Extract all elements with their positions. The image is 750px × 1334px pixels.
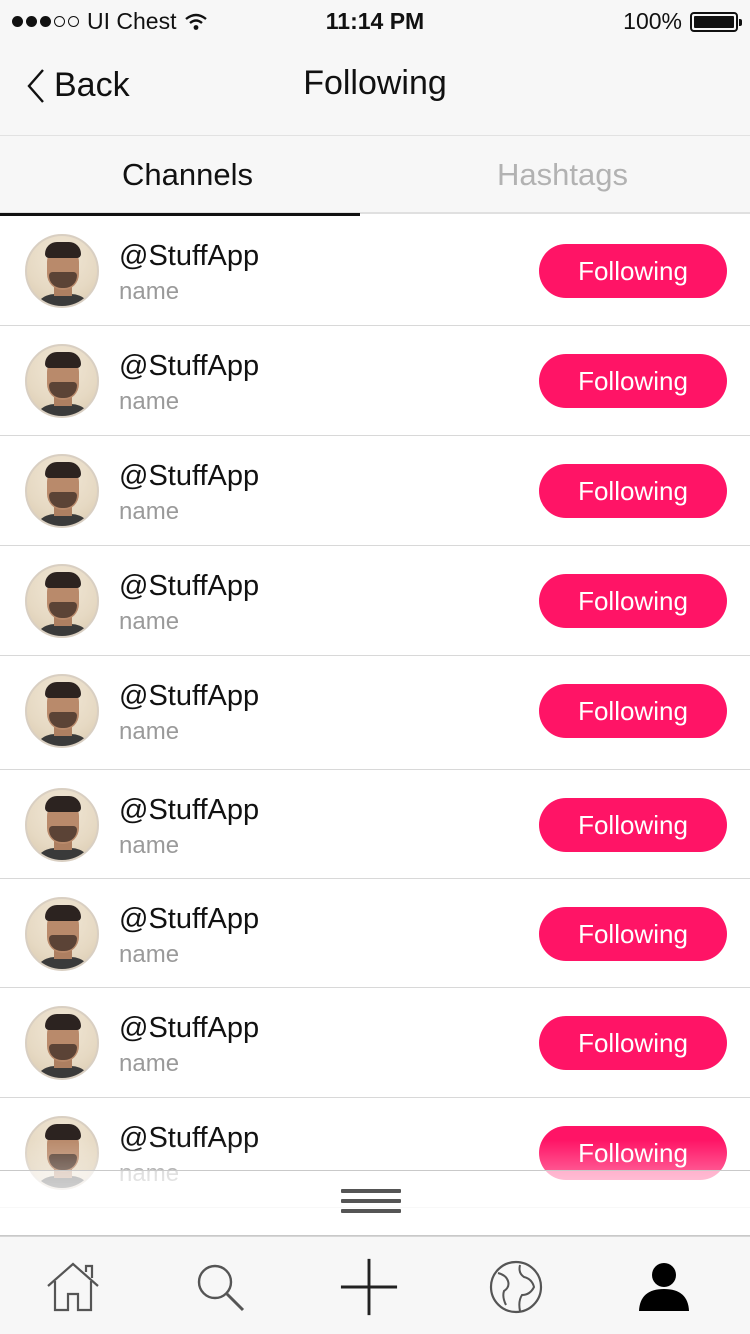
channel-name: name <box>119 388 180 415</box>
channel-name: name <box>119 608 180 635</box>
avatar[interactable] <box>25 1006 99 1080</box>
tab-profile[interactable] <box>634 1257 694 1317</box>
tab-hashtags[interactable]: Hashtags <box>375 136 750 214</box>
channel-name: name <box>119 1050 180 1077</box>
plus-icon <box>340 1258 398 1316</box>
channel-name: name <box>119 832 180 859</box>
battery-icon <box>690 11 742 32</box>
following-button[interactable]: Following <box>539 798 727 852</box>
following-button[interactable]: Following <box>539 1016 727 1070</box>
status-bar: UI Chest 11:14 PM 100% <box>0 0 750 42</box>
channel-handle: @StuffApp <box>119 1122 260 1154</box>
list-item[interactable]: @StuffApp name Following <box>0 546 750 656</box>
list-item[interactable]: @StuffApp name Following <box>0 988 750 1098</box>
channel-handle: @StuffApp <box>119 1012 260 1044</box>
following-button[interactable]: Following <box>539 574 727 628</box>
following-button[interactable]: Following <box>539 354 727 408</box>
bottom-tab-bar <box>0 1236 750 1334</box>
tab-explore[interactable] <box>486 1257 546 1317</box>
avatar[interactable] <box>25 897 99 971</box>
list-item[interactable]: @StuffApp name Following <box>0 656 750 770</box>
channel-handle: @StuffApp <box>119 794 260 826</box>
navigation-bar: Back Following <box>0 42 750 136</box>
drag-handle-icon[interactable] <box>341 1189 401 1215</box>
channel-name: name <box>119 718 180 745</box>
channel-handle: @StuffApp <box>119 680 260 712</box>
following-button[interactable]: Following <box>539 244 727 298</box>
avatar[interactable] <box>25 674 99 748</box>
list-item[interactable]: @StuffApp name Following <box>0 879 750 988</box>
list-item[interactable]: @StuffApp name Following <box>0 216 750 326</box>
channel-name: name <box>119 941 180 968</box>
channel-handle: @StuffApp <box>119 240 260 272</box>
tab-search[interactable] <box>190 1257 250 1317</box>
following-button[interactable]: Following <box>539 684 727 738</box>
segment-tabs: Channels Hashtags <box>0 136 750 216</box>
profile-icon <box>639 1263 689 1311</box>
battery-percent: 100% <box>623 8 682 34</box>
search-icon <box>197 1264 245 1312</box>
home-icon <box>47 1262 99 1312</box>
list-item[interactable]: @StuffApp name Following <box>0 770 750 879</box>
battery-fill <box>694 15 734 28</box>
channel-handle: @StuffApp <box>119 350 260 382</box>
tab-channels[interactable]: Channels <box>0 136 375 216</box>
page-title: Following <box>303 64 447 102</box>
channel-name: name <box>119 278 180 305</box>
globe-icon <box>489 1260 543 1314</box>
avatar[interactable] <box>25 454 99 528</box>
channel-handle: @StuffApp <box>119 460 260 492</box>
channel-list: @StuffApp name Following @StuffApp name Follo… <box>0 216 750 1208</box>
drawer-handle-bar[interactable] <box>0 1170 750 1236</box>
tab-create[interactable] <box>339 1257 399 1317</box>
avatar[interactable] <box>25 564 99 638</box>
following-button[interactable]: Following <box>539 464 727 518</box>
status-right: 100% <box>623 8 742 35</box>
list-item[interactable]: @StuffApp name Following <box>0 326 750 436</box>
channel-handle: @StuffApp <box>119 903 260 935</box>
list-item[interactable]: @StuffApp name Following <box>0 436 750 546</box>
channel-name: name <box>119 498 180 525</box>
avatar[interactable] <box>25 234 99 308</box>
tab-home[interactable] <box>43 1257 103 1317</box>
avatar[interactable] <box>25 788 99 862</box>
following-button[interactable]: Following <box>539 907 727 961</box>
channel-handle: @StuffApp <box>119 570 260 602</box>
avatar[interactable] <box>25 344 99 418</box>
